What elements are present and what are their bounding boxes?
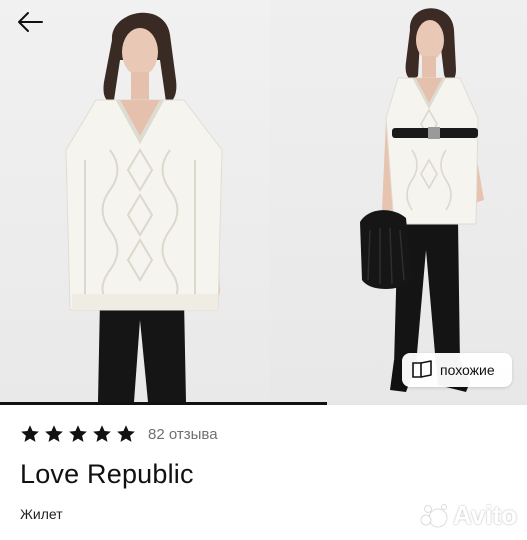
avito-watermark: Avito — [419, 500, 517, 531]
product-type-label: Жилет — [20, 506, 63, 522]
avito-watermark-text: Avito — [453, 500, 518, 530]
gallery-progress-fill — [0, 402, 327, 405]
product-photo-side[interactable] — [270, 0, 527, 402]
rating-row[interactable]: 82 отзыва — [20, 424, 218, 444]
similar-items-label: похожие — [440, 362, 495, 378]
star-icon — [117, 425, 135, 442]
product-photo-front[interactable] — [0, 0, 270, 402]
book-open-icon — [412, 360, 432, 378]
arrow-left-icon — [18, 12, 43, 32]
similar-items-button[interactable]: похожие — [402, 353, 512, 387]
star-icon — [45, 425, 63, 442]
star-icon — [69, 425, 87, 442]
avito-logo-icon — [420, 503, 448, 527]
star-icon — [21, 425, 39, 442]
back-button[interactable] — [12, 6, 48, 38]
product-brand-title: Love Republic — [20, 459, 194, 489]
star-icon — [93, 425, 111, 442]
reviews-count-link[interactable]: 82 отзыва — [148, 426, 218, 443]
model-side-illustration — [360, 8, 484, 392]
model-front-illustration — [65, 12, 223, 402]
gallery-progress-track — [0, 402, 527, 405]
photo-gallery[interactable] — [0, 0, 527, 402]
